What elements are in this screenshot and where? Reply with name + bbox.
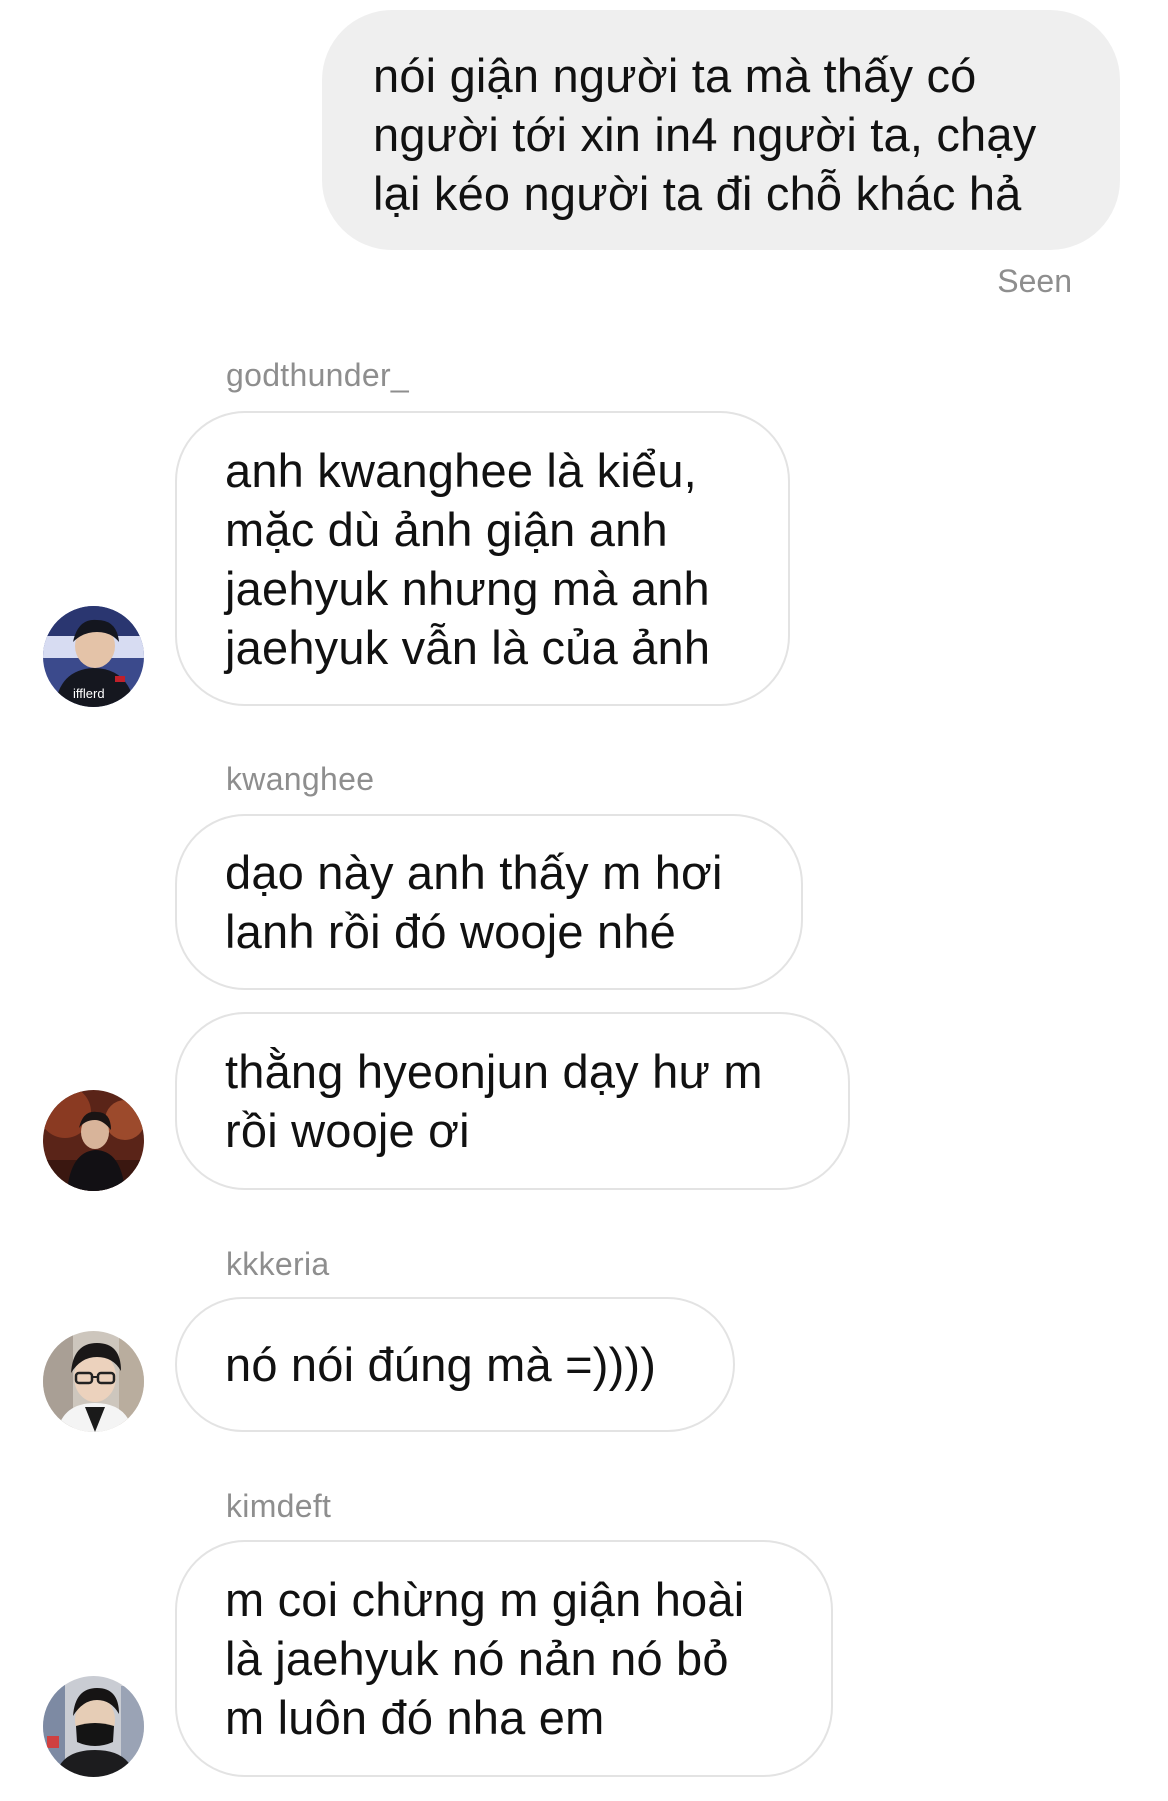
incoming-message-text: thằng hyeonjun dạy hư m rồi wooje ơi — [225, 1045, 763, 1157]
outgoing-message-bubble[interactable]: nói giận người ta mà thấy có người tới x… — [322, 10, 1120, 250]
avatar-kimdeft[interactable] — [43, 1676, 144, 1777]
incoming-message-text: anh kwanghee là kiểu, mặc dù ảnh giận an… — [225, 443, 711, 674]
incoming-message-bubble[interactable]: nó nói đúng mà =)))) — [175, 1297, 735, 1432]
avatar-kkkeria-photo-icon — [43, 1331, 144, 1432]
avatar-kwanghee[interactable] — [43, 1090, 144, 1191]
sender-name: kimdeft — [226, 1488, 332, 1524]
avatar-kkkeria[interactable] — [43, 1331, 144, 1432]
avatar-kwanghee-photo-icon — [43, 1090, 144, 1191]
incoming-message-text: nó nói đúng mà =)))) — [225, 1338, 657, 1391]
incoming-message-bubble[interactable]: thằng hyeonjun dạy hư m rồi wooje ơi — [175, 1012, 850, 1190]
sender-name: kwanghee — [226, 761, 375, 797]
seen-status: Seen — [997, 263, 1072, 299]
outgoing-message-text: nói giận người ta mà thấy có người tới x… — [373, 49, 1037, 220]
incoming-message-text: dạo này anh thấy m hơi lanh rồi đó wooje… — [225, 846, 723, 958]
jersey-badge-text: ifflerd — [73, 686, 105, 701]
incoming-message-bubble[interactable]: m coi chừng m giận hoài là jaehyuk nó nả… — [175, 1540, 833, 1777]
avatar-godthunder[interactable]: ifflerd — [43, 606, 144, 707]
sender-name: godthunder_ — [226, 357, 410, 393]
avatar-godthunder-photo-icon: ifflerd — [43, 606, 144, 707]
avatar-kimdeft-photo-icon — [43, 1676, 144, 1777]
sender-name: kkkeria — [226, 1246, 330, 1282]
incoming-message-bubble[interactable]: anh kwanghee là kiểu, mặc dù ảnh giận an… — [175, 411, 790, 706]
incoming-message-text: m coi chừng m giận hoài là jaehyuk nó nả… — [225, 1573, 745, 1744]
incoming-message-bubble[interactable]: dạo này anh thấy m hơi lanh rồi đó wooje… — [175, 814, 803, 990]
